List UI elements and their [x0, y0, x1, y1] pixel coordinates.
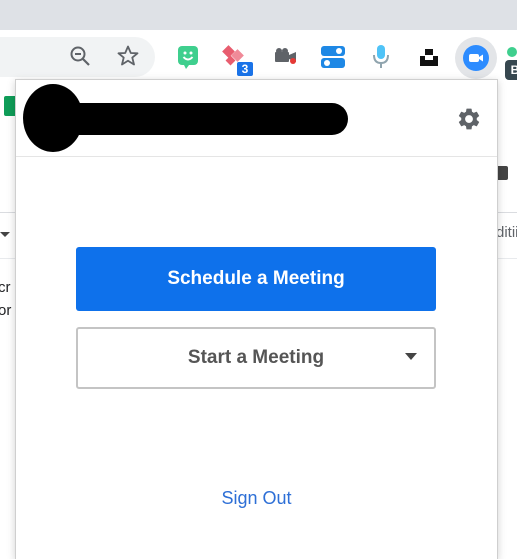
page-text-fragment: ditii [496, 224, 517, 241]
bookmark-star-icon[interactable] [115, 43, 141, 69]
schedule-meeting-button[interactable]: Schedule a Meeting [76, 247, 436, 311]
zoom-out-icon[interactable] [68, 44, 92, 68]
page-text-fragment: cr [0, 279, 11, 296]
zoom-popup: Schedule a Meeting Start a Meeting Sign … [15, 79, 498, 559]
microphone-icon[interactable] [370, 43, 392, 71]
start-meeting-label: Start a Meeting [187, 347, 325, 368]
browser-toolbar: 3 B [0, 30, 517, 80]
bitmoji-icon[interactable] [176, 44, 200, 70]
screen-recorder-icon[interactable] [273, 46, 299, 68]
toggle-switch-icon[interactable] [320, 44, 346, 70]
start-meeting-button[interactable]: Start a Meeting [76, 327, 436, 389]
zoom-camera-icon[interactable] [455, 37, 497, 79]
profile-label: B [510, 63, 517, 77]
browser-tabstrip [0, 0, 517, 30]
sign-out-link[interactable]: Sign Out [16, 488, 497, 509]
redacted-username [23, 84, 348, 152]
settings-gear-icon[interactable] [456, 106, 482, 132]
popup-header [16, 80, 497, 157]
unsplash-icon[interactable] [419, 47, 439, 67]
extension-badge-count: 3 [241, 62, 249, 76]
page-caret-icon [0, 232, 10, 237]
dropdown-caret-icon[interactable] [405, 353, 417, 360]
profile-icon[interactable]: B [505, 60, 517, 80]
extension-badge-icon[interactable]: 3 [221, 41, 257, 77]
profile-status-dot [507, 47, 517, 57]
